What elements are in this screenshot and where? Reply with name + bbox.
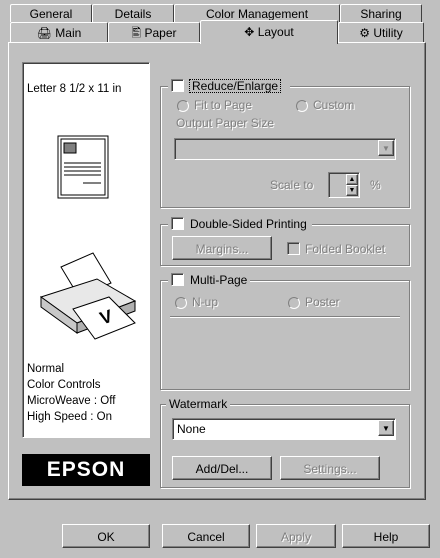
reduce-label: Reduce/Enlarge (189, 79, 282, 93)
custom-radio[interactable] (296, 100, 308, 112)
fit-to-page-label: Fit to Page (194, 98, 253, 112)
scale-up-icon[interactable]: ▲ (346, 174, 358, 185)
preview-pane: Letter 8 1/2 x 11 in V Normal Color Cont… (22, 62, 150, 438)
tab-layout[interactable]: ✥ Layout (200, 20, 338, 44)
tab-label: Paper (144, 26, 177, 40)
status-speed: High Speed : On (27, 411, 113, 423)
tab-label: Color Management (205, 7, 309, 21)
status-list: Normal Color Controls MicroWeave : Off H… (27, 361, 115, 425)
ok-button[interactable]: OK (62, 524, 150, 548)
reduce-checkbox[interactable] (171, 79, 184, 92)
multipage-label: Multi-Page (190, 273, 248, 287)
tab-label: Utility (373, 26, 403, 40)
watermark-label: Watermark (166, 397, 231, 411)
reduce-header: Reduce/Enlarge (168, 79, 290, 93)
layout-icon: ✥ (244, 25, 255, 39)
paper-icon: 🖺 (131, 26, 142, 40)
multipage-header: Multi-Page (168, 273, 250, 287)
tab-label: General (29, 7, 73, 21)
paper-size-text: Letter 8 1/2 x 11 in (27, 83, 122, 95)
nup-radio[interactable] (175, 297, 187, 309)
status-microweave: MicroWeave : Off (27, 395, 116, 407)
poster-radio[interactable] (288, 297, 300, 309)
scale-unit: % (370, 178, 381, 192)
tab-label: Layout (257, 25, 294, 39)
tab-general[interactable]: General (10, 4, 92, 22)
epson-logo: EPSON (22, 454, 150, 486)
tab-label: Main (55, 26, 82, 40)
scale-stepper[interactable]: ▲ ▼ (328, 172, 360, 198)
watermark-select[interactable]: None ▼ (172, 418, 396, 440)
page-preview-icon (57, 135, 109, 199)
status-quality: Normal (27, 363, 65, 375)
status-color: Color Controls (27, 379, 101, 391)
duplex-header: Double-Sided Printing (168, 217, 312, 231)
folded-booklet-label: Folded Booklet (305, 242, 386, 256)
scale-label: Scale to (270, 178, 314, 192)
apply-button[interactable]: Apply (256, 524, 336, 548)
watermark-value: None (177, 422, 206, 436)
printer-icon: V (39, 252, 137, 340)
custom-label: Custom (313, 98, 355, 112)
duplex-label: Double-Sided Printing (190, 217, 307, 231)
cancel-button[interactable]: Cancel (162, 524, 250, 548)
utility-icon: ⚙ (359, 26, 371, 40)
chevron-down-icon[interactable]: ▼ (378, 420, 394, 436)
chevron-down-icon[interactable]: ▼ (378, 140, 394, 156)
settings-button[interactable]: Settings... (280, 456, 380, 480)
nup-label: N-up (192, 295, 219, 309)
tab-label: Details (114, 7, 152, 21)
fit-to-page-radio[interactable] (177, 100, 189, 112)
help-button[interactable]: Help (342, 524, 430, 548)
scale-down-icon[interactable]: ▼ (346, 185, 358, 196)
output-paper-size-label: Output Paper Size (176, 116, 275, 130)
add-del-button[interactable]: Add/Del... (172, 456, 272, 480)
tab-main[interactable]: 🖨 Main (10, 22, 108, 42)
tab-sharing[interactable]: Sharing (340, 4, 422, 22)
output-paper-size-select[interactable]: ▼ (174, 138, 396, 160)
multipage-divider (170, 316, 400, 318)
main-icon: 🖨 (36, 26, 52, 40)
folded-booklet-checkbox[interactable] (287, 242, 300, 255)
tab-paper[interactable]: 🖺 Paper (108, 22, 200, 42)
margins-button[interactable]: Margins... (172, 236, 272, 260)
multipage-checkbox[interactable] (171, 273, 184, 286)
duplex-checkbox[interactable] (171, 217, 184, 230)
tab-label: Sharing (360, 7, 402, 21)
poster-label: Poster (305, 295, 340, 309)
tab-utility[interactable]: ⚙ Utility (338, 22, 424, 42)
tab-details[interactable]: Details (92, 4, 174, 22)
